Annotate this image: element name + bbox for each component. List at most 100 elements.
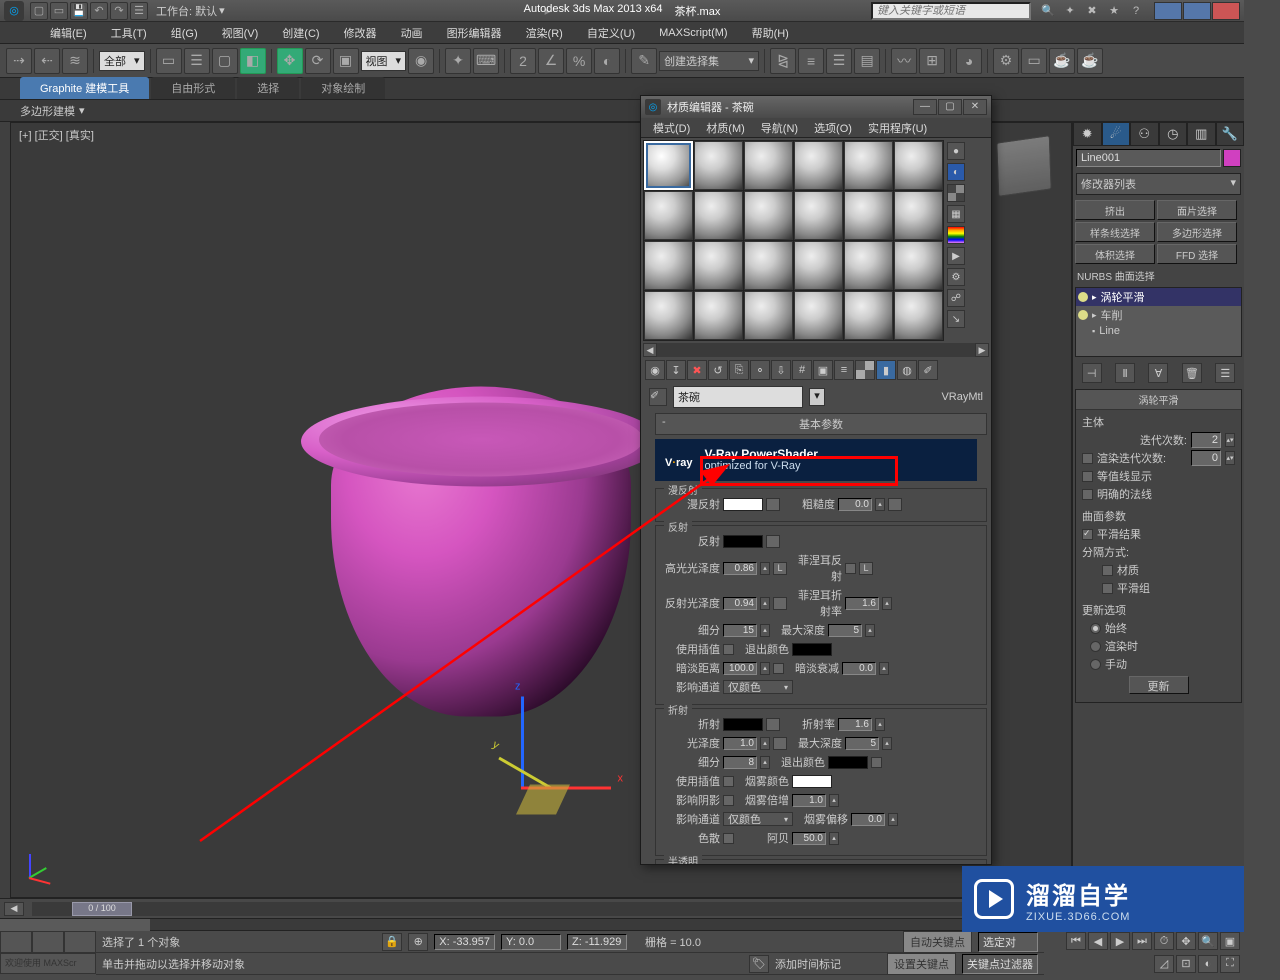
spinner-snap-icon[interactable]: ◐	[594, 48, 620, 74]
bind-spacewarp-icon[interactable]: ≋	[62, 48, 88, 74]
assign-material-icon[interactable]: ✖	[687, 360, 707, 380]
selection-filter-combo[interactable]: 全部▾	[99, 51, 145, 71]
play-icon[interactable]: ▶	[1110, 932, 1130, 950]
make-unique-icon[interactable]: ⚬	[750, 360, 770, 380]
tab-utilities-icon[interactable]: 🔧	[1216, 122, 1245, 146]
close-button[interactable]	[1212, 2, 1240, 20]
refr-maxdepth-spinner[interactable]: 5	[845, 737, 879, 750]
put-to-scene-icon[interactable]: ↧	[666, 360, 686, 380]
qat-open-icon[interactable]: ▭	[50, 2, 68, 20]
layer-explorer-icon[interactable]: ▤	[854, 48, 880, 74]
setkey-button[interactable]: 设置关键点	[887, 953, 956, 975]
select-by-mat-icon[interactable]: ☍	[947, 289, 965, 307]
nav-zoom-icon[interactable]: 🔍	[1198, 932, 1218, 950]
material-slot[interactable]	[744, 241, 793, 290]
minimize-button[interactable]	[1154, 2, 1182, 20]
play-next-icon[interactable]: ⏭	[1132, 932, 1152, 950]
selected-key-label[interactable]: 选定对	[978, 932, 1038, 952]
material-slot[interactable]	[644, 291, 693, 340]
fresnel-checkbox[interactable]	[845, 563, 856, 574]
select-region-rect-icon[interactable]: ▢	[212, 48, 238, 74]
mateditor-close[interactable]: ✕	[963, 99, 987, 115]
material-slot[interactable]	[644, 241, 693, 290]
make-unique-icon[interactable]: ∀	[1148, 363, 1168, 383]
time-slider-left-icon[interactable]: ◀	[4, 902, 24, 916]
scroll-left-icon[interactable]: ◀	[643, 343, 657, 357]
coord-y[interactable]: Y: 0.0	[501, 934, 561, 950]
play-prev-icon[interactable]: ⏮	[1066, 932, 1086, 950]
viewcube[interactable]	[996, 135, 1051, 197]
go-parent-icon[interactable]	[855, 360, 875, 380]
refr-interp-checkbox[interactable]	[723, 776, 734, 787]
refl-subdiv-spinner[interactable]: 15	[723, 624, 757, 637]
mod-btn-splinesel[interactable]: 样条线选择	[1075, 222, 1155, 242]
reflect-color-swatch[interactable]	[723, 535, 763, 548]
material-slot[interactable]	[644, 191, 693, 240]
material-slot[interactable]	[794, 141, 843, 190]
mirror-icon[interactable]: ⧎	[770, 48, 796, 74]
qat-save-icon[interactable]: 💾	[70, 2, 88, 20]
dispersion-checkbox[interactable]	[723, 833, 734, 844]
roughness-map-button[interactable]	[888, 498, 902, 511]
spinner-arrows-icon[interactable]: ▴	[760, 624, 770, 637]
render-production-icon[interactable]: ☕	[1049, 48, 1075, 74]
render-iterative-icon[interactable]: ☕	[1077, 48, 1103, 74]
material-slot[interactable]	[744, 291, 793, 340]
sep-material-checkbox[interactable]	[1102, 565, 1113, 576]
sep-sg-checkbox[interactable]	[1102, 583, 1113, 594]
coord-x[interactable]: X: -33.957	[434, 934, 495, 950]
sample-uv-icon[interactable]: ▦	[947, 205, 965, 223]
material-editor-icon[interactable]: ◕	[956, 48, 982, 74]
material-slot[interactable]	[844, 141, 893, 190]
menu-modifiers[interactable]: 修改器	[334, 23, 387, 43]
menu-maxscript[interactable]: MAXScript(M)	[649, 25, 737, 41]
named-sel-combo[interactable]: 创建选择集▾	[659, 51, 759, 71]
tab-create-icon[interactable]: ✹	[1073, 122, 1102, 146]
rendered-frame-icon[interactable]: ▭	[1021, 48, 1047, 74]
ior-spinner[interactable]: 1.6	[838, 718, 872, 731]
update-always-radio[interactable]	[1090, 623, 1101, 634]
exchange-icon[interactable]: ✖	[1083, 2, 1101, 20]
spinner-arrows-icon[interactable]: ▴	[888, 813, 898, 826]
window-crossing-icon[interactable]: ◧	[240, 48, 266, 74]
mod-btn-extrude[interactable]: 挤出	[1075, 200, 1155, 220]
mod-btn-patchsel[interactable]: 面片选择	[1157, 200, 1237, 220]
show-in-viewport-icon[interactable]: ▣	[813, 360, 833, 380]
search-input[interactable]	[871, 2, 1031, 20]
rollout-basic-params-header[interactable]: - 基本参数	[655, 413, 987, 435]
keyfilter-button[interactable]: 关键点过滤器	[962, 954, 1038, 974]
coord-z[interactable]: Z: -11.929	[567, 934, 627, 950]
render-setup-icon[interactable]: ⚙	[993, 48, 1019, 74]
material-type-button[interactable]: VRayMtl	[941, 391, 983, 403]
nav-zoom-all-icon[interactable]: ▣	[1220, 932, 1240, 950]
material-slot[interactable]	[894, 291, 943, 340]
spinner-arrows-icon[interactable]: ▴	[760, 662, 770, 675]
menu-customize[interactable]: 自定义(U)	[577, 23, 645, 43]
autokey-button[interactable]: 自动关键点	[903, 931, 972, 953]
menu-group[interactable]: 组(G)	[161, 23, 208, 43]
mod-btn-polysel[interactable]: 多边形选择	[1157, 222, 1237, 242]
menu-create[interactable]: 创建(C)	[272, 23, 329, 43]
unlink-icon[interactable]: ⇠	[34, 48, 60, 74]
menu-edit[interactable]: 编辑(E)	[40, 23, 97, 43]
material-slot[interactable]	[894, 241, 943, 290]
mod-btn-ffdsel[interactable]: FFD 选择	[1157, 244, 1237, 264]
ribbon-tab-selection[interactable]: 选择	[237, 77, 299, 99]
reset-map-icon[interactable]: ↺	[708, 360, 728, 380]
spinner-arrows-icon[interactable]: ▴	[760, 597, 770, 610]
sb-btn[interactable]	[64, 931, 96, 953]
pin-stack-icon[interactable]: ⊣	[1082, 363, 1102, 383]
me-menu-navigation[interactable]: 导航(N)	[755, 119, 804, 137]
refl-interp-checkbox[interactable]	[723, 644, 734, 655]
hgloss-lock-button[interactable]: L	[773, 562, 787, 575]
configure-sets-icon[interactable]: ☰	[1215, 363, 1235, 383]
scroll-right-icon[interactable]: ▶	[975, 343, 989, 357]
me-menu-utilities[interactable]: 实用程序(U)	[862, 119, 933, 137]
stack-turbosmooth[interactable]: ▸涡轮平滑	[1076, 288, 1241, 306]
diffuse-color-swatch[interactable]	[723, 498, 763, 511]
material-name-dropdown[interactable]: ▾	[809, 388, 825, 406]
backlight-icon[interactable]: ◐	[947, 163, 965, 181]
material-slot[interactable]	[894, 141, 943, 190]
qat-project-icon[interactable]: ☰	[130, 2, 148, 20]
lamp-icon[interactable]	[1078, 310, 1088, 320]
